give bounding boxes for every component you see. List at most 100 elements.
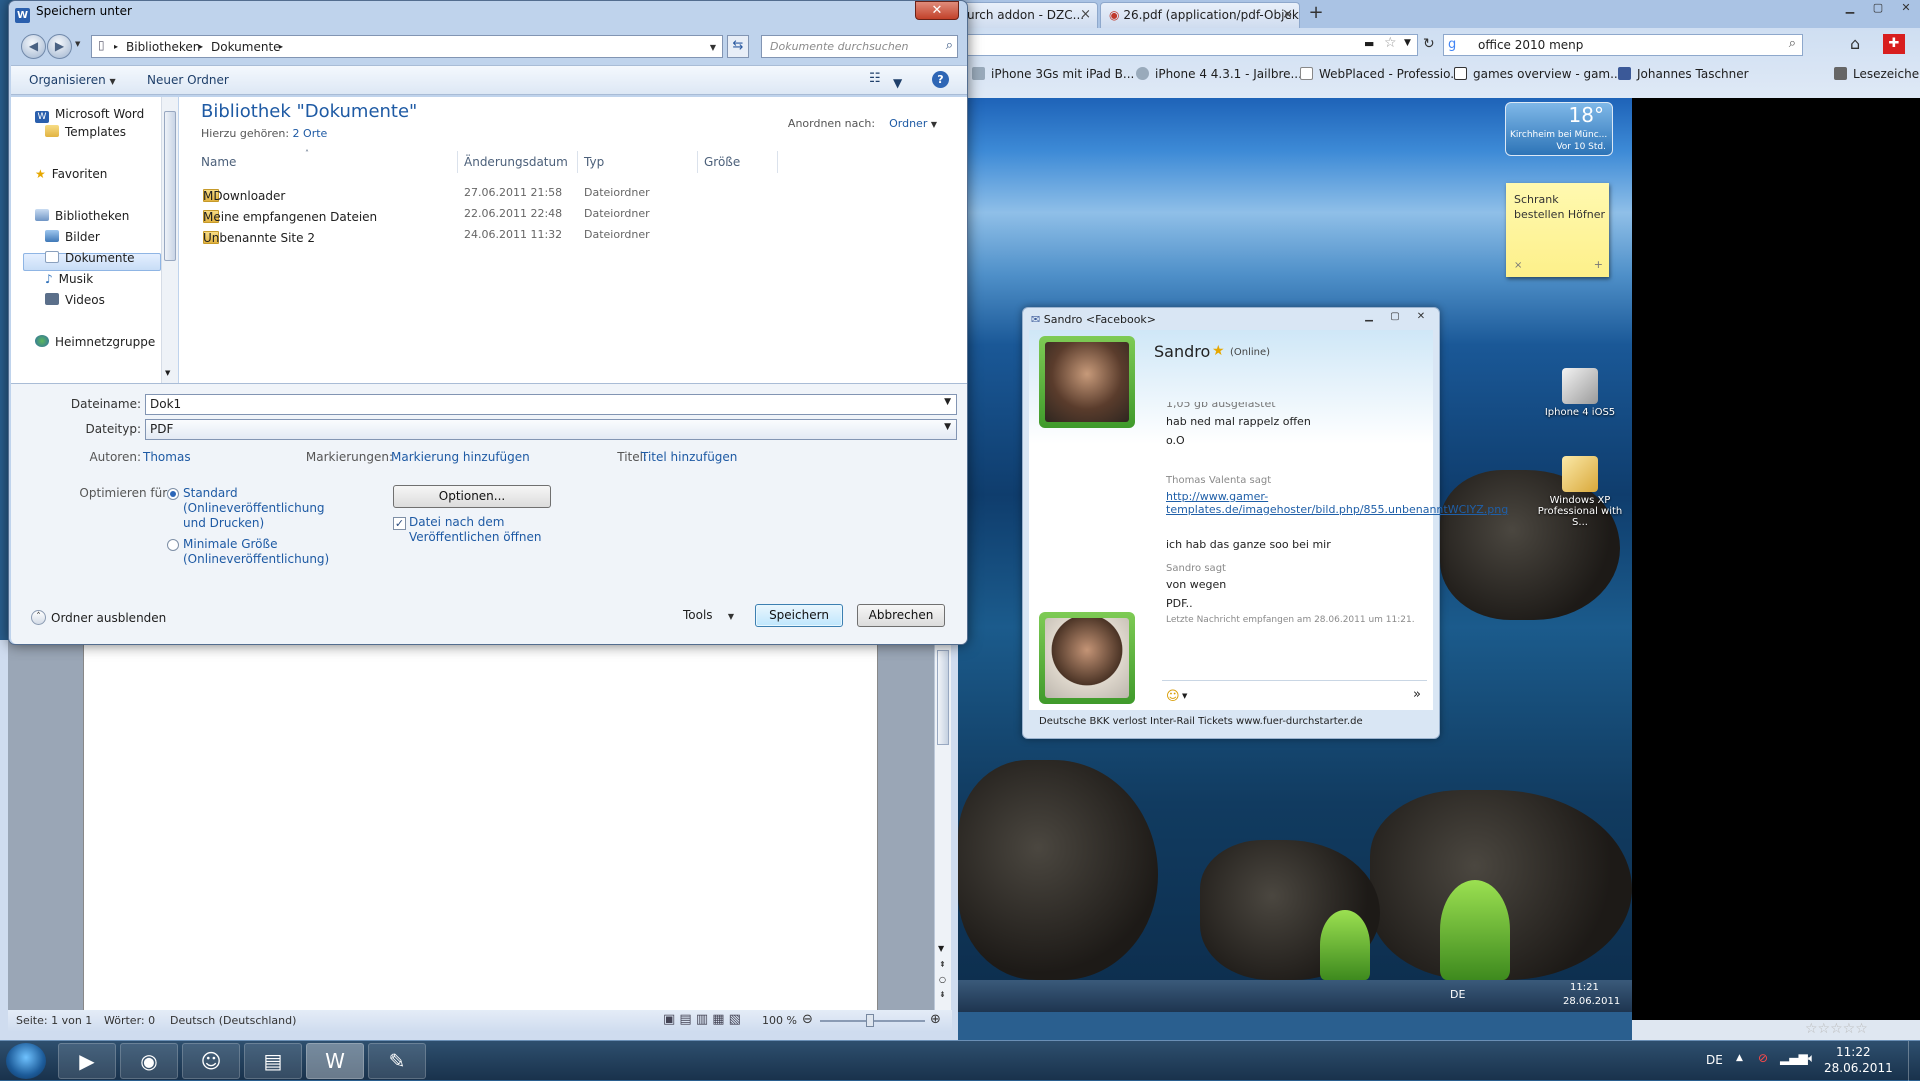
cancel-button[interactable]: Abbrechen — [857, 604, 945, 627]
refresh-button[interactable]: ⇆ — [727, 35, 749, 58]
optimize-standard-radio[interactable] — [167, 488, 179, 500]
zoom-out-icon[interactable]: ⊖ — [802, 1012, 813, 1027]
zoom-in-icon[interactable]: ⊕ — [930, 1012, 941, 1027]
minimize-icon[interactable]: ▁ — [1357, 310, 1381, 326]
close-icon[interactable]: × — [1080, 7, 1091, 22]
recent-locations-icon[interactable]: ▼ — [75, 40, 80, 48]
column-separator[interactable] — [457, 151, 458, 173]
bookmark-item[interactable]: iPhone 4 4.3.1 - Jailbre... — [1136, 67, 1302, 81]
weather-gadget[interactable]: 18° Kirchheim bei Münc... Vor 10 Std. — [1505, 102, 1613, 156]
file-row[interactable]: Unbenannte Site 2 24.06.2011 11:32 Datei… — [197, 225, 957, 245]
chevron-down-icon[interactable]: ▼ — [1404, 38, 1411, 48]
open-after-checkbox[interactable]: ✓ — [393, 517, 406, 530]
hide-folders-button[interactable]: Ordner ausblenden — [51, 611, 166, 625]
chat-ad-footer[interactable]: Deutsche BKK verlost Inter-Rail Tickets … — [1039, 716, 1363, 727]
browser-tab[interactable]: urch addon - DZC... × — [958, 2, 1098, 28]
optimize-minimal-radio[interactable] — [167, 539, 179, 551]
column-separator[interactable] — [777, 151, 778, 173]
nav-item-documents[interactable]: Dokumente — [45, 251, 135, 265]
chevron-down-icon[interactable]: ▼ — [944, 397, 951, 407]
new-folder-button[interactable]: Neuer Ordner — [147, 73, 229, 87]
addon-icon[interactable]: ✚ — [1883, 34, 1905, 54]
browser-tab[interactable]: ◉ 26.pdf (application/pdf-Objekt) × — [1100, 2, 1300, 28]
volume-icon[interactable]: 🔈︎ — [1808, 1051, 1815, 1066]
optimize-minimal-label[interactable]: Minimale Größe (Onlineveröffentlichung) — [183, 537, 329, 567]
status-language[interactable]: Deutsch (Deutschland) — [170, 1014, 296, 1027]
antivirus-icon[interactable]: ⊘ — [1758, 1051, 1768, 1065]
taskbar-explorer[interactable]: ▤ — [244, 1043, 302, 1079]
nav-item-favorites[interactable]: ★ Favoriten — [35, 167, 107, 181]
filetype-select[interactable]: PDF ▼ — [145, 419, 957, 440]
filename-input[interactable]: Dok1 ▼ — [145, 394, 957, 415]
taskbar-paint[interactable]: ✎ — [368, 1043, 426, 1079]
close-icon[interactable]: × — [1282, 7, 1293, 22]
view-mode-icons[interactable]: ▣ ▤ ▥ ▦ ▧ — [663, 1012, 741, 1027]
tools-button[interactable]: Tools ▼ — [683, 608, 734, 622]
address-bar[interactable]: ▯ ▸ Bibliotheken ▸ Dokumente ▸ ▼ — [91, 35, 723, 58]
bookmark-item[interactable]: iPhone 3Gs mit iPad B... — [972, 67, 1134, 81]
save-button[interactable]: Speichern — [755, 604, 843, 627]
search-icon[interactable]: ⌕ — [946, 38, 953, 53]
chevron-down-icon[interactable]: ▼ — [1182, 692, 1187, 700]
chat-window[interactable]: ✉ Sandro <Facebook> ▁ ▢ ✕ Sandro ★ (Onli… — [1022, 307, 1508, 739]
scrollbar-thumb[interactable] — [937, 650, 949, 745]
breadcrumb-separator-icon[interactable]: ▸ — [114, 42, 118, 51]
optimize-standard-label[interactable]: Standard (Onlineveröffentlichung und Dru… — [183, 486, 325, 531]
close-icon[interactable]: ✕ — [1892, 0, 1920, 18]
bookmark-item[interactable]: Lesezeichen — [1834, 67, 1920, 81]
contact-avatar[interactable] — [1039, 336, 1135, 428]
bookmark-item[interactable]: Johannes Taschner — [1618, 67, 1749, 81]
column-header-type[interactable]: Typ — [584, 155, 604, 169]
breadcrumb-libraries[interactable]: Bibliotheken — [126, 40, 200, 54]
own-avatar[interactable] — [1039, 612, 1135, 704]
rating-stars[interactable]: ☆☆☆☆☆ — [1805, 1021, 1868, 1037]
browser-search-input[interactable]: g office 2010 menp ⌕ — [1443, 34, 1803, 56]
column-header-date[interactable]: Änderungsdatum — [464, 155, 568, 169]
maximize-icon[interactable]: ▢ — [1383, 310, 1407, 326]
scroll-down-icon[interactable]: ▼ — [165, 369, 170, 377]
view-options-icon[interactable]: ☷ — [869, 71, 881, 86]
start-button[interactable] — [6, 1043, 46, 1079]
breadcrumb-separator-icon[interactable]: ▸ — [199, 42, 203, 51]
chevron-up-icon[interactable]: ▲ — [1736, 1053, 1743, 1063]
collapse-folders-icon[interactable]: ˄ — [31, 610, 46, 625]
back-button[interactable]: ◀ — [21, 34, 46, 59]
emoticon-icon[interactable]: ☺ — [1166, 689, 1180, 704]
nav-item-videos[interactable]: Videos — [45, 293, 105, 307]
column-header-name[interactable]: Name — [201, 155, 236, 169]
search-icon[interactable]: ⌕ — [1789, 36, 1796, 51]
chevron-down-icon[interactable]: ▼ — [893, 76, 902, 90]
breadcrumb-separator-icon[interactable]: ▸ — [279, 42, 283, 51]
nav-item-templates[interactable]: Templates — [45, 125, 126, 139]
next-page-icon[interactable]: ⇟ — [939, 990, 946, 999]
nav-item-libraries[interactable]: Bibliotheken — [35, 209, 129, 223]
add-icon[interactable]: + — [1594, 258, 1603, 271]
word-scrollbar[interactable]: ▼ ⇞ ○ ⇟ — [934, 640, 951, 1010]
close-icon[interactable]: × — [1514, 260, 1522, 271]
tags-value[interactable]: Markierung hinzufügen — [391, 450, 530, 464]
nav-item-word[interactable]: W Microsoft Word — [35, 107, 144, 123]
open-after-label[interactable]: Datei nach dem Veröffentlichen öffnen — [409, 515, 549, 545]
zoom-slider-handle[interactable] — [866, 1014, 874, 1027]
authors-value[interactable]: Thomas — [143, 450, 191, 464]
desktop-icon[interactable]: Windows XP Professional with S... — [1534, 456, 1626, 528]
taskbar-messenger[interactable]: ☺ — [182, 1043, 240, 1079]
status-words[interactable]: Wörter: 0 — [104, 1014, 155, 1027]
scroll-down-icon[interactable]: ▼ — [938, 944, 944, 953]
dialog-close-button[interactable]: ✕ — [915, 1, 959, 20]
chevron-down-icon[interactable]: ▼ — [944, 422, 951, 432]
save-as-dialog[interactable]: W Speichern unter ✕ ◀ ▶ ▼ ▯ ▸ Bibliotheke… — [8, 0, 968, 645]
taskbar-word[interactable]: W — [306, 1043, 364, 1079]
language-indicator[interactable]: DE — [1706, 1053, 1723, 1067]
nav-item-homegroup[interactable]: Heimnetzgruppe — [35, 335, 155, 349]
network-icon[interactable]: ▂▄▆ — [1780, 1051, 1808, 1065]
chevron-down-icon[interactable]: ▼ — [710, 43, 716, 52]
column-separator[interactable] — [577, 151, 578, 173]
column-separator[interactable] — [697, 151, 698, 173]
chat-link[interactable]: http://www.gamer-templates.de/imagehoste… — [1166, 490, 1508, 516]
navigation-scrollbar[interactable]: ▼ — [161, 97, 178, 383]
sticky-note[interactable]: Schrank bestellen Höfner × + — [1506, 183, 1609, 277]
word-page[interactable] — [83, 640, 878, 1010]
show-desktop-button[interactable] — [1908, 1041, 1920, 1081]
file-row[interactable]: Meine empfangenen Dateien 22.06.2011 22:… — [197, 204, 957, 224]
